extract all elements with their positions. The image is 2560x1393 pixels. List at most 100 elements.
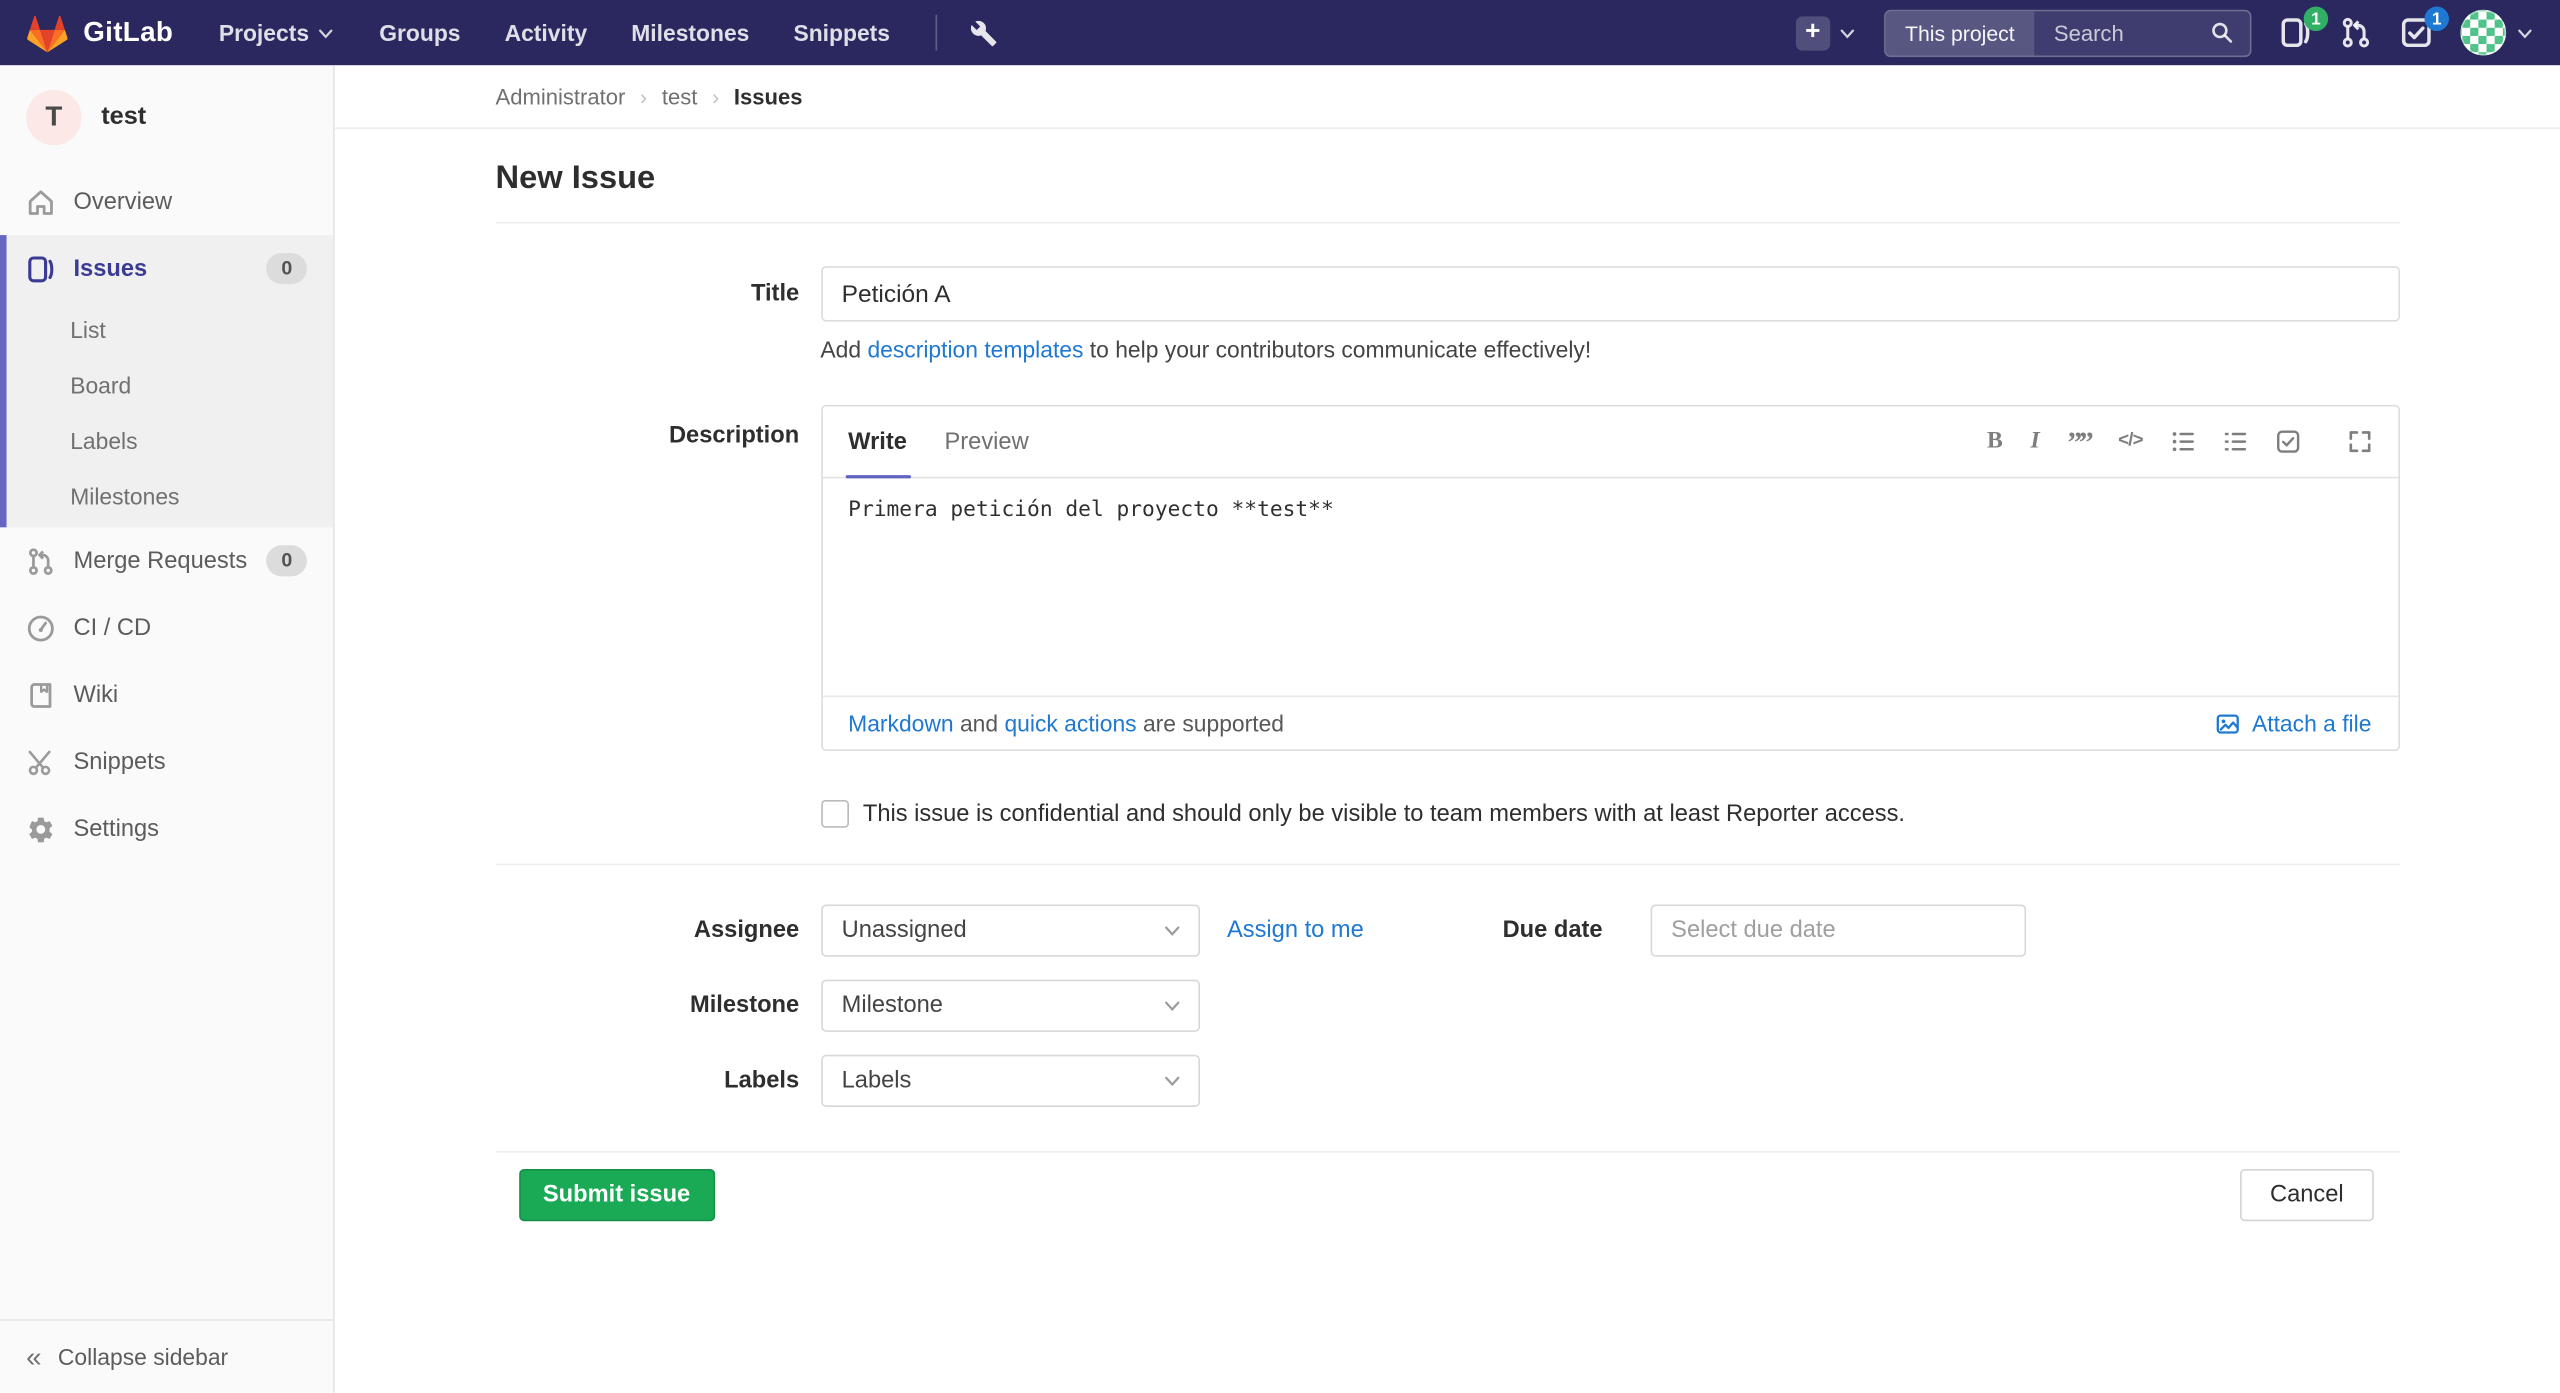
new-menu-button[interactable]: + — [1796, 16, 1856, 50]
quick-actions-link[interactable]: quick actions — [1004, 710, 1136, 736]
title-hint: Add description templates to help your c… — [820, 336, 2399, 362]
book-icon — [26, 680, 55, 709]
confidential-checkbox[interactable] — [820, 800, 848, 828]
chevron-down-icon — [317, 24, 335, 42]
sidebar-item-snippets[interactable]: Snippets — [0, 728, 333, 795]
chevron-down-icon — [1838, 24, 1856, 42]
sidebar-item-overview[interactable]: Overview — [0, 168, 333, 235]
sidebar-item-issues-labels[interactable]: Labels — [7, 413, 334, 469]
italic-icon[interactable]: I — [2031, 430, 2040, 454]
tanuki-icon — [26, 11, 68, 53]
issues-dashboard-button[interactable]: 1 — [2279, 16, 2312, 49]
due-date-input[interactable] — [1650, 904, 2026, 956]
code-icon[interactable]: </> — [2118, 432, 2143, 451]
logo-wordmark: GitLab — [83, 16, 173, 49]
breadcrumb-test[interactable]: test — [662, 84, 698, 108]
search-input[interactable] — [2051, 19, 2198, 47]
title-row: Title — [496, 266, 2400, 322]
metadata-divider — [496, 864, 2400, 866]
editor-header: Write Preview B I ”” </> — [822, 407, 2398, 479]
milestone-label: Milestone — [496, 993, 800, 1019]
gitlab-app: GitLab Projects Groups Activity Mileston… — [0, 0, 2560, 1393]
sidebar-item-ci-cd[interactable]: CI / CD — [0, 594, 333, 661]
gitlab-logo[interactable]: GitLab — [26, 11, 173, 53]
markdown-editor: Write Preview B I ”” </> — [820, 405, 2399, 751]
project-sidebar: T test Overview Issues 0 — [0, 65, 335, 1392]
nav-activity[interactable]: Activity — [505, 20, 588, 46]
fullscreen-icon[interactable] — [2347, 429, 2371, 453]
bullet-list-icon[interactable] — [2171, 429, 2195, 453]
navbar-left: GitLab Projects Groups Activity Mileston… — [26, 11, 998, 53]
nav-groups[interactable]: Groups — [379, 20, 460, 46]
image-icon — [2216, 711, 2240, 735]
top-navbar: GitLab Projects Groups Activity Mileston… — [0, 0, 2560, 65]
nav-snippets[interactable]: Snippets — [793, 20, 890, 46]
nav-projects[interactable]: Projects — [219, 20, 335, 46]
attach-file-button[interactable]: Attach a file — [2216, 710, 2371, 736]
issue-title-input[interactable] — [820, 266, 2399, 322]
milestone-dropdown[interactable]: Milestone — [820, 980, 1199, 1032]
merge-requests-button[interactable] — [2340, 16, 2373, 49]
assignee-row: Assignee Unassigned Assign to me Due dat… — [496, 904, 2400, 956]
home-icon — [26, 187, 55, 216]
scissors-icon — [26, 747, 55, 776]
sidebar-item-settings[interactable]: Settings — [0, 795, 333, 862]
tab-preview[interactable]: Preview — [944, 407, 1028, 477]
main-content: Administrator › test › Issues New Issue … — [335, 65, 2560, 1392]
markdown-link[interactable]: Markdown — [848, 710, 953, 736]
milestone-row: Milestone Milestone — [496, 980, 2400, 1032]
user-menu[interactable] — [2460, 10, 2533, 56]
sidebar-section-issues: Issues 0 List Board Labels Milestones — [0, 235, 333, 527]
search-field — [2034, 11, 2250, 55]
submit-issue-button[interactable]: Submit issue — [518, 1169, 714, 1221]
breadcrumb-bar: Administrator › test › Issues — [335, 65, 2560, 129]
sidebar-item-issues[interactable]: Issues 0 — [7, 235, 334, 302]
nav-milestones[interactable]: Milestones — [631, 20, 749, 46]
bold-icon[interactable]: B — [1987, 430, 2003, 454]
project-avatar: T — [26, 90, 82, 146]
search-scope-badge[interactable]: This project — [1885, 11, 2034, 55]
confidential-row: This issue is confidential and should on… — [496, 800, 2400, 828]
breadcrumb-separator: › — [640, 84, 647, 108]
merge-request-icon — [2340, 16, 2373, 49]
user-avatar — [2460, 10, 2506, 56]
navbar-right: + This project 1 1 — [1796, 9, 2534, 56]
labels-dropdown[interactable]: Labels — [820, 1055, 1199, 1107]
cancel-button[interactable]: Cancel — [2241, 1169, 2373, 1221]
confidential-label: This issue is confidential and should on… — [863, 801, 1905, 827]
issues-count-badge: 1 — [2304, 7, 2328, 31]
labels-row: Labels Labels — [496, 1055, 2400, 1107]
issue-description-textarea[interactable]: Primera petición del proyecto **test** — [822, 478, 2398, 695]
sidebar-item-issues-milestones[interactable]: Milestones — [7, 469, 334, 525]
breadcrumb-issues[interactable]: Issues — [734, 84, 803, 108]
sidebar-item-wiki[interactable]: Wiki — [0, 661, 333, 728]
numbered-list-icon[interactable] — [2223, 429, 2247, 453]
todos-button[interactable]: 1 — [2400, 16, 2433, 49]
title-label: Title — [496, 281, 800, 307]
tab-write[interactable]: Write — [848, 407, 907, 477]
navbar-divider — [936, 15, 938, 51]
sidebar-item-issues-list[interactable]: List — [7, 302, 334, 358]
assignee-dropdown[interactable]: Unassigned — [820, 904, 1199, 956]
due-date-label: Due date — [1503, 918, 1603, 944]
breadcrumb-separator: › — [712, 84, 719, 108]
issues-icon — [26, 254, 55, 283]
double-chevron-left-icon: « — [26, 1343, 41, 1371]
markdown-support-note: Markdown and quick actions are supported — [848, 710, 1284, 736]
sidebar-item-issues-board[interactable]: Board — [7, 358, 334, 414]
admin-wrench-icon[interactable] — [970, 19, 998, 47]
sidebar-item-merge-requests[interactable]: Merge Requests 0 — [0, 527, 333, 594]
assignee-label: Assignee — [496, 918, 800, 944]
breadcrumb-administrator[interactable]: Administrator — [496, 84, 626, 108]
project-header[interactable]: T test — [0, 65, 333, 168]
chevron-down-icon — [1162, 996, 1182, 1016]
collapse-sidebar-button[interactable]: « Collapse sidebar — [0, 1319, 333, 1392]
issues-count-pill: 0 — [267, 254, 307, 284]
task-list-icon[interactable] — [2275, 429, 2299, 453]
description-templates-link[interactable]: description templates — [867, 336, 1083, 362]
quote-icon[interactable]: ”” — [2068, 427, 2091, 456]
chevron-down-icon — [2516, 24, 2534, 42]
assign-to-me-link[interactable]: Assign to me — [1227, 918, 1364, 944]
project-name: test — [101, 103, 146, 132]
labels-label: Labels — [496, 1068, 800, 1094]
